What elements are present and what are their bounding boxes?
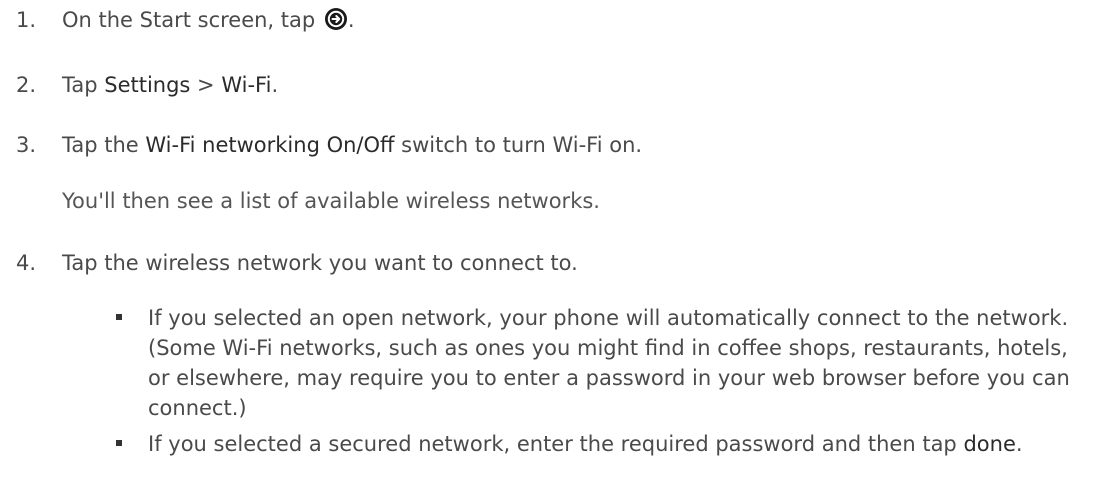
step-3-note: You'll then see a list of available wire… xyxy=(62,189,600,213)
done-label: done xyxy=(963,432,1016,456)
step-text: Tap the wireless network you want to con… xyxy=(62,251,578,275)
step-number: 2. xyxy=(15,73,36,97)
bullet-text-end: . xyxy=(1015,432,1023,456)
bullet-list: If you selected an open network, your ph… xyxy=(110,303,1090,465)
bullet-square-icon xyxy=(116,440,122,446)
step-text-end: switch to turn Wi-Fi on. xyxy=(394,133,643,157)
list-item: If you selected a secured network, enter… xyxy=(110,429,1090,459)
bullet-square-icon xyxy=(116,314,122,320)
step-number: 4. xyxy=(15,251,36,275)
step-number: 3. xyxy=(15,133,36,157)
wifi-label: Wi-Fi xyxy=(221,73,272,97)
step-text: Tap the xyxy=(62,133,146,157)
separator: > xyxy=(190,73,222,97)
step-text: Tap xyxy=(62,73,105,97)
step-text-end: . xyxy=(271,73,279,97)
bullet-text: If you selected an open network, your ph… xyxy=(148,306,1070,420)
bullet-text: If you selected a secured network, enter… xyxy=(148,432,964,456)
step-text-end: . xyxy=(347,8,355,32)
settings-label: Settings xyxy=(104,73,191,97)
step-text: On the Start screen, tap xyxy=(62,8,316,32)
step-number: 1. xyxy=(15,8,36,32)
arrow-right-circle-icon xyxy=(324,8,347,30)
list-item: If you selected an open network, your ph… xyxy=(110,303,1090,423)
wifi-switch-label: Wi-Fi networking On/Off xyxy=(145,133,395,157)
